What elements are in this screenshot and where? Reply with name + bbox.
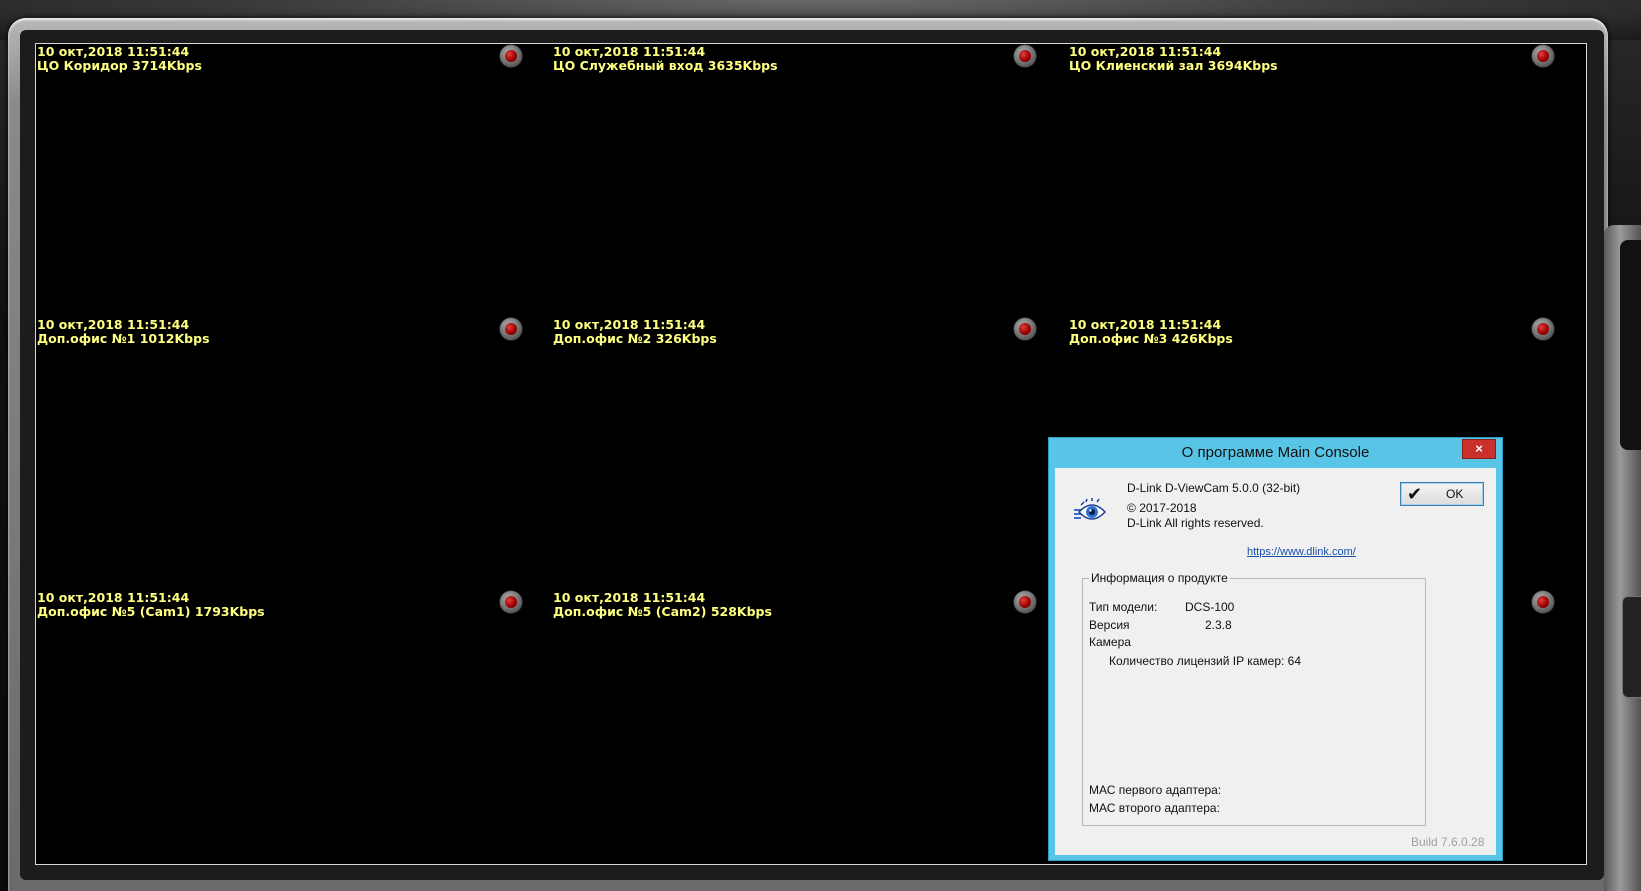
side-slot-lower <box>1622 596 1641 698</box>
camera-view[interactable]: 10 окт,2018 11:51:44 ЦО Клиенский зал 36… <box>1068 44 1584 317</box>
record-indicator-icon[interactable] <box>1532 591 1554 613</box>
camera-overlay: 10 окт,2018 11:51:44 ЦО Коридор 3714Kbps <box>37 45 202 73</box>
record-indicator-icon[interactable] <box>1014 45 1036 67</box>
camera-view[interactable]: 10 окт,2018 11:51:44 ЦО Коридор 3714Kbps <box>36 44 552 317</box>
camera-view[interactable]: 10 окт,2018 11:51:44 ЦО Служебный вход 3… <box>552 44 1068 317</box>
camera-datetime: 10 окт,2018 11:51:44 <box>1069 317 1222 332</box>
group-title: Информация о продукте <box>1089 571 1230 585</box>
camera-datetime: 10 окт,2018 11:51:44 <box>553 44 706 59</box>
camera-overlay: 10 окт,2018 11:51:44 Доп.офис №1 1012Kbp… <box>37 318 210 346</box>
record-indicator-icon[interactable] <box>500 591 522 613</box>
camera-overlay: 10 окт,2018 11:51:44 ЦО Клиенский зал 36… <box>1069 45 1278 73</box>
website-link[interactable]: https://www.dlink.com/ <box>1247 546 1356 558</box>
camera-view[interactable]: 10 окт,2018 11:51:44 Доп.офис №5 (Cam2) … <box>552 590 1068 863</box>
model-label: Тип модели: <box>1089 600 1158 614</box>
license-count: Количество лицензий IP камер: 64 <box>1109 654 1302 668</box>
record-indicator-icon[interactable] <box>1014 318 1036 340</box>
camera-view[interactable]: 10 окт,2018 11:51:44 Доп.офис №5 (Cam1) … <box>36 590 552 863</box>
camera-overlay: 10 окт,2018 11:51:44 Доп.офис №5 (Cam2) … <box>553 591 772 619</box>
ok-button[interactable]: ✔ OK <box>1400 482 1484 506</box>
record-indicator-icon[interactable] <box>1014 591 1036 613</box>
camera-name: Доп.офис №2 326Kbps <box>553 331 717 346</box>
camera-overlay: 10 окт,2018 11:51:44 ЦО Служебный вход 3… <box>553 45 778 73</box>
side-slot <box>1620 240 1641 450</box>
about-dialog: О программе Main Console × D-Link D-View… <box>1048 437 1503 861</box>
dialog-title: О программе Main Console <box>1181 444 1370 461</box>
camera-datetime: 10 окт,2018 11:51:44 <box>1069 44 1222 59</box>
model-value: DCS-100 <box>1185 600 1235 614</box>
camera-datetime: 10 окт,2018 11:51:44 <box>553 317 706 332</box>
camera-datetime: 10 окт,2018 11:51:44 <box>37 317 190 332</box>
camera-name: Доп.офис №3 426Kbps <box>1069 331 1233 346</box>
screen: 10 окт,2018 11:51:44 ЦО Коридор 3714Kbps… <box>0 0 1641 891</box>
record-indicator-icon[interactable] <box>1532 318 1554 340</box>
camera-name: ЦО Клиенский зал 3694Kbps <box>1069 58 1278 73</box>
product-name: D-Link D-ViewCam 5.0.0 (32-bit) <box>1127 481 1301 495</box>
copyright-years: 2017-2018 <box>1139 501 1197 515</box>
mac1-label: МАС первого адаптера: <box>1089 783 1222 797</box>
product-info-group: Информация о продукте Тип модели: DCS-10… <box>1082 571 1426 826</box>
checkmark-icon: ✔ <box>1407 484 1423 504</box>
camera-overlay: 10 окт,2018 11:51:44 Доп.офис №5 (Cam1) … <box>37 591 265 619</box>
record-indicator-icon[interactable] <box>500 45 522 67</box>
camera-name: ЦО Служебный вход 3635Kbps <box>553 58 778 73</box>
ok-label: OK <box>1446 487 1464 501</box>
camera-datetime: 10 окт,2018 11:51:44 <box>37 44 190 59</box>
copyright-line: © 2017-2018 <box>1127 501 1197 515</box>
camera-overlay: 10 окт,2018 11:51:44 Доп.офис №2 326Kbps <box>553 318 717 346</box>
rights-text: D-Link All rights reserved. <box>1127 516 1264 530</box>
camera-name: ЦО Коридор 3714Kbps <box>37 58 202 73</box>
record-indicator-icon[interactable] <box>1532 45 1554 67</box>
mac2-label: МАС второго адаптера: <box>1089 801 1220 815</box>
copyright-symbol: © <box>1127 501 1136 515</box>
camera-datetime: 10 окт,2018 11:51:44 <box>553 590 706 605</box>
eye-icon <box>1074 498 1107 520</box>
camera-view[interactable]: 10 окт,2018 11:51:44 Доп.офис №2 326Kbps <box>552 317 1068 590</box>
camera-name: Доп.офис №1 1012Kbps <box>37 331 210 346</box>
camera-view[interactable]: 10 окт,2018 11:51:44 Доп.офис №1 1012Kbp… <box>36 317 552 590</box>
camera-name: Доп.офис №5 (Cam1) 1793Kbps <box>37 604 265 619</box>
camera-label: Камера <box>1089 635 1131 649</box>
record-indicator-icon[interactable] <box>500 318 522 340</box>
camera-overlay: 10 окт,2018 11:51:44 Доп.офис №3 426Kbps <box>1069 318 1233 346</box>
build-number: Build 7.6.0.28 <box>1411 835 1485 849</box>
version-value: 2.3.8 <box>1205 618 1232 632</box>
version-label: Версия <box>1089 618 1130 632</box>
close-button[interactable]: × <box>1462 439 1496 459</box>
dialog-body: D-Link D-ViewCam 5.0.0 (32-bit) © 2017-2… <box>1055 468 1496 855</box>
camera-datetime: 10 окт,2018 11:51:44 <box>37 590 190 605</box>
camera-name: Доп.офис №5 (Cam2) 528Kbps <box>553 604 772 619</box>
